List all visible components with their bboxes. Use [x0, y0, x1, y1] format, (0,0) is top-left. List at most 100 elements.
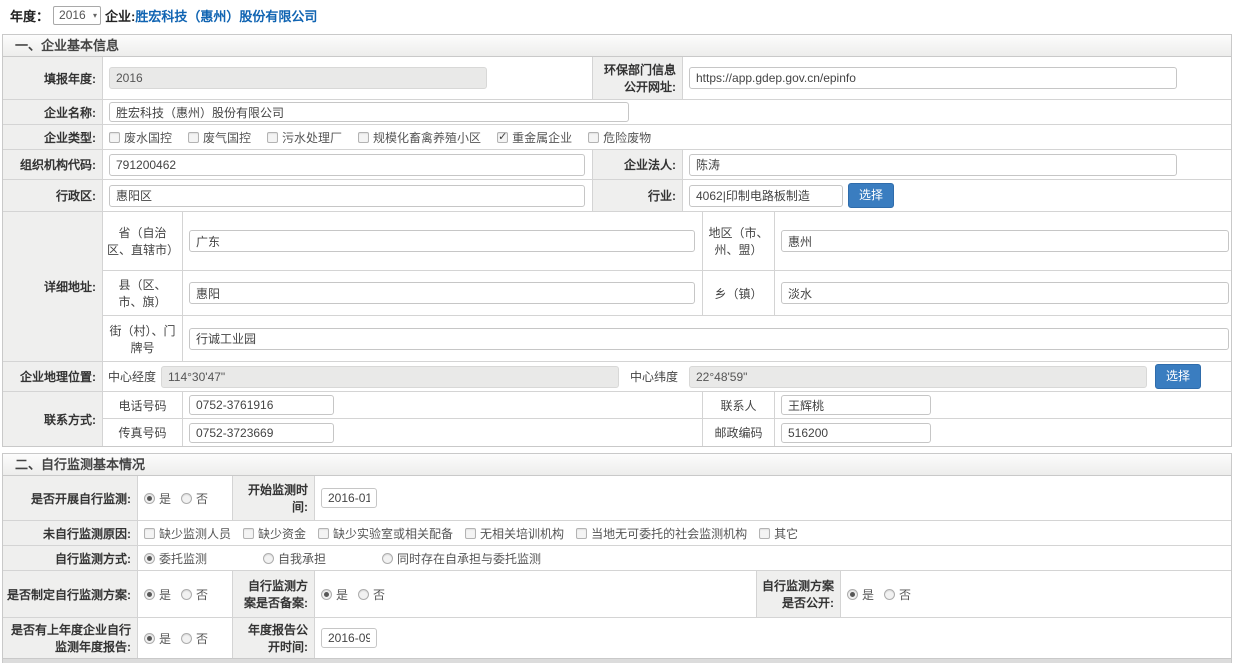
report-year-input[interactable] [109, 67, 487, 89]
checkbox-no-training-org[interactable]: 无相关培训机构 [465, 525, 564, 542]
monitor-method-options: 委托监测 自我承担 同时存在自承担与委托监测 [138, 546, 1231, 570]
row-org-code: 组织机构代码: 企业法人: [3, 150, 1231, 180]
radio-icon [263, 553, 274, 564]
radio-no[interactable]: 否 [181, 630, 208, 647]
zip-label: 邮政编码 [703, 419, 775, 446]
radio-no[interactable]: 否 [181, 490, 208, 507]
carry-out-radio-group: 是 否 [138, 476, 233, 520]
industry-select-button[interactable]: 选择 [848, 183, 894, 207]
contact-person-label: 联系人 [703, 392, 775, 418]
checkbox-lack-staff[interactable]: 缺少监测人员 [144, 525, 231, 542]
address-subrow-street: 街（村）、门牌号 [103, 316, 1231, 361]
topbar: 年度： 2016 ▾ 企业: 胜宏科技（惠州）股份有限公司 [2, 0, 1232, 30]
street-label: 街（村）、门牌号 [103, 316, 183, 361]
latitude-input[interactable] [689, 366, 1147, 388]
contact-person-input[interactable] [781, 395, 931, 415]
radio-icon [321, 589, 332, 600]
radio-yes[interactable]: 是 [144, 490, 171, 507]
longitude-label: 中心经度 [103, 366, 161, 387]
row-district: 行政区: 行业: 选择 [3, 180, 1231, 212]
latitude-label: 中心纬度 [619, 366, 689, 387]
checkbox-no-local-agency[interactable]: 当地无可委托的社会监测机构 [576, 525, 747, 542]
checkbox-icon [144, 528, 155, 539]
row-monitor-method: 自行监测方式: 委托监测 自我承担 同时存在自承担与委托监测 [3, 546, 1231, 571]
legal-person-label: 企业法人: [593, 150, 683, 179]
radio-self-undertaken[interactable]: 自我承担 [263, 550, 326, 567]
address-subrow-county: 县（区、市、旗） 乡（镇） [103, 271, 1231, 316]
town-input[interactable] [781, 282, 1229, 304]
radio-yes[interactable]: 是 [847, 586, 874, 603]
province-label: 省（自治区、直辖市） [103, 212, 183, 270]
plan-filed-label: 自行监测方案是否备案: [233, 571, 315, 617]
radio-icon [181, 633, 192, 644]
radio-no[interactable]: 否 [358, 586, 385, 603]
checkbox-other-reason[interactable]: 其它 [759, 525, 798, 542]
checkbox-livestock-zone[interactable]: 规模化畜禽养殖小区 [358, 129, 481, 146]
district-input[interactable] [109, 185, 585, 207]
org-code-label: 组织机构代码: [3, 150, 103, 179]
checkbox-wastegas-state[interactable]: 废气国控 [188, 129, 251, 146]
radio-icon [847, 589, 858, 600]
company-type-label: 企业类型: [3, 125, 103, 149]
checkbox-icon [318, 528, 329, 539]
row-company-type: 企业类型: 废水国控 废气国控 污水处理厂 规模化畜禽养殖小区 重金属企业 危险… [3, 125, 1231, 150]
company-name-link[interactable]: 胜宏科技（惠州）股份有限公司 [135, 6, 317, 25]
has-annual-report-radio-group: 是 否 [138, 618, 233, 658]
phone-input[interactable] [189, 395, 334, 415]
org-code-input[interactable] [109, 154, 585, 176]
company-name-input[interactable] [109, 102, 629, 122]
has-plan-radio-group: 是 否 [138, 571, 233, 617]
radio-no[interactable]: 否 [884, 586, 911, 603]
checkbox-lack-funds[interactable]: 缺少资金 [243, 525, 306, 542]
geo-select-button[interactable]: 选择 [1155, 364, 1201, 388]
county-label: 县（区、市、旗） [103, 271, 183, 315]
year-select[interactable]: 2016 ▾ [53, 6, 101, 25]
report-public-time-label: 年度报告公开时间: [233, 618, 315, 658]
zip-input[interactable] [781, 423, 931, 443]
address-label: 详细地址: [3, 212, 103, 361]
plan-public-label: 自行监测方案是否公开: [757, 571, 841, 617]
street-input[interactable] [189, 328, 1229, 350]
industry-input[interactable] [689, 185, 843, 207]
section1-title: 一、企业基本信息 [15, 38, 119, 53]
year-label: 年度： [10, 6, 49, 25]
report-public-time-input[interactable] [321, 628, 377, 648]
checkbox-sewage-plant[interactable]: 污水处理厂 [267, 129, 342, 146]
industry-label: 行业: [593, 180, 683, 211]
has-plan-label: 是否制定自行监测方案: [3, 571, 138, 617]
row-address: 详细地址: 省（自治区、直辖市） 地区（市、州、盟） 县（区、市、旗） [3, 212, 1231, 362]
epinfo-url-input[interactable] [689, 67, 1177, 89]
radio-entrusted-monitoring[interactable]: 委托监测 [144, 550, 207, 567]
company-name-label: 企业名称: [3, 100, 103, 124]
row-no-monitor-reason: 未自行监测原因: 缺少监测人员 缺少资金 缺少实验室或相关配备 无相关培训机构 … [3, 521, 1231, 546]
plan-public-radio-group: 是 否 [841, 571, 1231, 617]
row-report-year: 填报年度: 环保部门信息公开网址: [3, 57, 1231, 100]
checkbox-icon [188, 132, 199, 143]
radio-no[interactable]: 否 [181, 586, 208, 603]
region-input[interactable] [781, 230, 1229, 252]
year-select-value: 2016 [59, 8, 86, 22]
radio-icon [144, 589, 155, 600]
radio-both-methods[interactable]: 同时存在自承担与委托监测 [382, 550, 541, 567]
radio-yes[interactable]: 是 [321, 586, 348, 603]
checkbox-heavy-metal[interactable]: 重金属企业 [497, 129, 572, 146]
province-input[interactable] [189, 230, 695, 252]
fax-input[interactable] [189, 423, 334, 443]
radio-icon [358, 589, 369, 600]
radio-yes[interactable]: 是 [144, 630, 171, 647]
checkbox-lack-lab[interactable]: 缺少实验室或相关配备 [318, 525, 453, 542]
checkbox-wastewater-state[interactable]: 废水国控 [109, 129, 172, 146]
page: 年度： 2016 ▾ 企业: 胜宏科技（惠州）股份有限公司 一、企业基本信息 填… [0, 0, 1234, 663]
county-input[interactable] [189, 282, 695, 304]
start-time-input[interactable] [321, 488, 377, 508]
has-annual-report-label: 是否有上年度企业自行监测年度报告: [3, 618, 138, 658]
monitor-method-label: 自行监测方式: [3, 546, 138, 570]
section2-title: 二、自行监测基本情况 [15, 457, 145, 472]
legal-person-input[interactable] [689, 154, 1177, 176]
chevron-down-icon: ▾ [93, 11, 97, 20]
radio-yes[interactable]: 是 [144, 586, 171, 603]
no-monitor-reason-label: 未自行监测原因: [3, 521, 138, 545]
contact-subrow-phone: 电话号码 联系人 [103, 392, 1231, 419]
checkbox-hazardous-waste[interactable]: 危险废物 [588, 129, 651, 146]
longitude-input[interactable] [161, 366, 619, 388]
